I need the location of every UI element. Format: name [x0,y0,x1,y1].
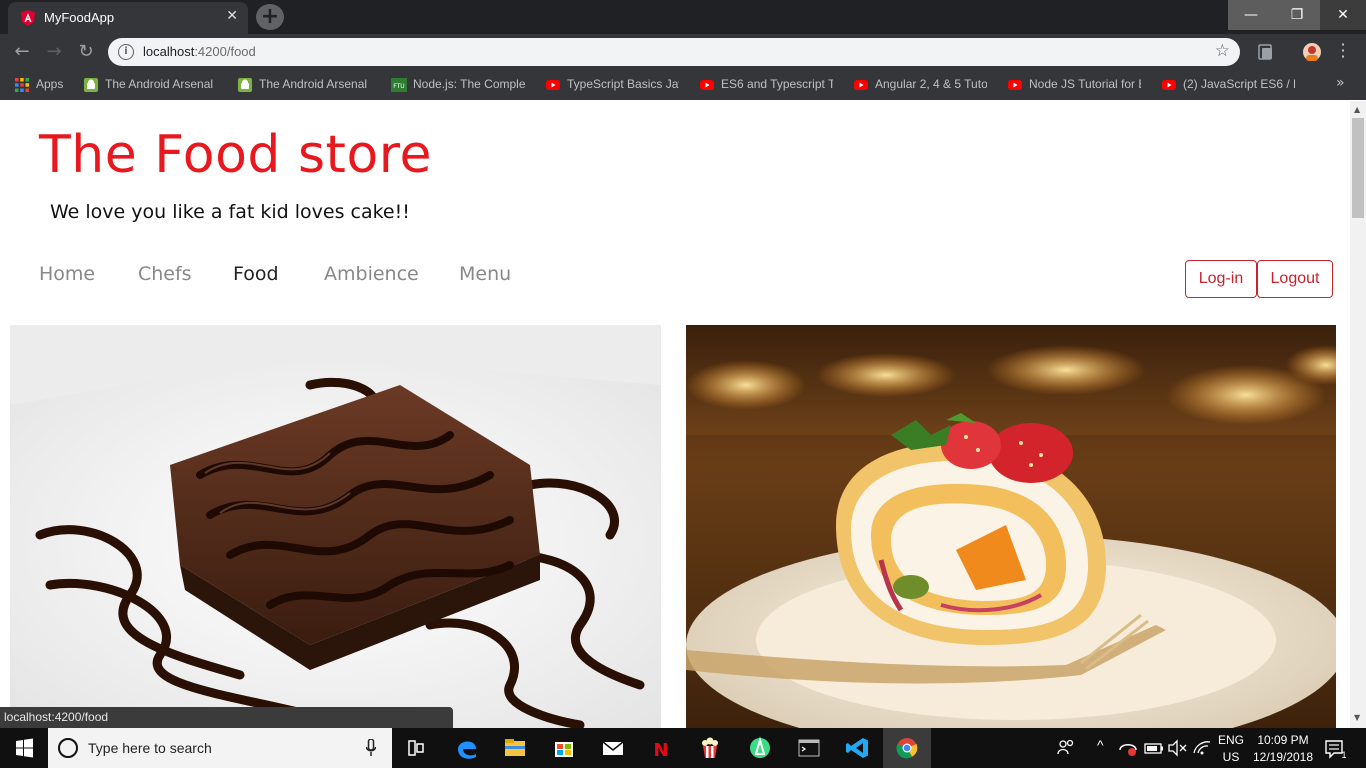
bookmark-javascript-es6[interactable]: (2) JavaScript ES6 / ES [1161,77,1295,93]
profile-avatar[interactable] [1302,42,1322,62]
address-bar[interactable]: i localhost:4200/food ☆ [108,38,1240,66]
scroll-up-icon[interactable]: ▲ [1354,105,1360,114]
scrollbar-thumb[interactable] [1352,118,1364,218]
browser-titlebar: MyFoodApp ✕ + — ❐ ✕ [0,0,1366,34]
status-url-bubble: localhost:4200/food [0,707,453,728]
bookmarks-bar: Apps The Android Arsenal The Android Ars… [0,70,1366,100]
extension-icon[interactable] [1256,42,1276,62]
wifi-icon[interactable] [1190,728,1214,768]
reload-icon[interactable]: ↻ [74,40,98,64]
site-info-icon[interactable]: i [118,44,134,60]
edge-browser-icon[interactable] [443,728,491,768]
battery-icon[interactable] [1142,728,1166,768]
food-card-brownie[interactable] [10,325,661,728]
angular-icon [21,10,35,26]
maximize-button[interactable]: ❐ [1274,0,1320,30]
nav-chefs[interactable]: Chefs [138,263,192,285]
bookmark-star-icon[interactable]: ☆ [1215,41,1230,61]
nav-menu[interactable]: Menu [459,263,511,285]
svg-text:FTU: FTU [393,83,404,90]
windows-start-icon[interactable] [0,728,48,768]
chrome-icon[interactable] [883,728,931,768]
youtube-icon [854,80,868,90]
apps-grid-icon [15,78,29,92]
cortana-icon [58,738,78,758]
address-url[interactable]: localhost:4200/food [143,44,256,59]
bookmark-nodejs-tutorial[interactable]: Node JS Tutorial for B [1007,77,1141,93]
bookmark-es6-typescript[interactable]: ES6 and Typescript Tu [699,77,833,93]
scroll-down-icon[interactable]: ▼ [1354,713,1360,722]
browser-toolbar: ← → ↻ i localhost:4200/food ☆ · · · [0,34,1366,70]
popcorn-app-icon[interactable] [686,728,734,768]
new-tab-button[interactable]: + [256,4,284,30]
ftu-icon: FTU [391,78,407,92]
taskbar-search-input[interactable]: Type here to search [48,728,392,768]
bookmark-angular-tutorial[interactable]: Angular 2, 4 & 5 Tuto [853,77,987,93]
android-studio-icon[interactable] [736,728,784,768]
bookmark-typescript-basics[interactable]: TypeScript Basics Java [545,77,679,93]
netflix-icon[interactable]: N [637,728,685,768]
logout-button[interactable]: Logout [1257,260,1333,298]
microsoft-store-icon[interactable] [540,728,588,768]
food-card-roll-cake[interactable] [686,325,1336,728]
action-center-icon[interactable] [1320,728,1350,768]
bookmarks-overflow-button[interactable]: » [1336,75,1345,91]
site-title: The Food store [39,125,432,185]
tab-close-icon[interactable]: ✕ [226,8,238,24]
minimize-button[interactable]: — [1228,0,1274,30]
tray-overflow-icon[interactable]: ^ [1097,737,1104,753]
bookmark-apps[interactable]: Apps [14,77,74,93]
microphone-icon[interactable] [366,739,376,757]
back-arrow-icon[interactable]: ← [10,40,34,64]
bookmark-android-arsenal-1[interactable]: The Android Arsenal [83,77,215,93]
youtube-icon [1008,80,1022,90]
language-indicator[interactable]: ENG US [1215,733,1247,764]
file-explorer-icon[interactable] [491,728,539,768]
android-icon [84,78,98,92]
windows-taskbar: Type here to search N ^ ENG US 10:09 PM … [0,728,1366,768]
svg-text:N: N [653,740,668,761]
volume-muted-icon[interactable] [1165,728,1189,768]
nav-home[interactable]: Home [39,263,95,285]
vscode-icon[interactable] [834,728,882,768]
youtube-icon [1162,80,1176,90]
bookmark-nodejs-complete[interactable]: FTU Node.js: The Complete [391,77,525,93]
security-tray-icon[interactable] [1116,728,1140,768]
chocolate-brownie-image [10,325,661,728]
page-viewport: The Food store We love you like a fat ki… [0,101,1350,728]
android-icon [238,78,252,92]
youtube-icon [546,80,560,90]
site-tagline: We love you like a fat kid loves cake!! [50,201,410,223]
browser-tab[interactable]: MyFoodApp ✕ [8,2,248,34]
bookmark-android-arsenal-2[interactable]: The Android Arsenal [237,77,369,93]
chrome-menu-icon[interactable]: · · · [1338,37,1348,65]
close-window-button[interactable]: ✕ [1320,0,1366,30]
terminal-icon[interactable] [785,728,833,768]
youtube-icon [700,80,714,90]
task-view-icon[interactable] [392,728,440,768]
nav-ambience[interactable]: Ambience [324,263,419,285]
clock[interactable]: 10:09 PM 12/19/2018 [1248,733,1318,764]
tab-title: MyFoodApp [44,10,115,25]
login-button[interactable]: Log-in [1185,260,1257,298]
people-icon[interactable] [1046,728,1086,768]
notification-count-badge: 1 [1341,750,1347,760]
mail-icon[interactable] [589,728,637,768]
nav-food[interactable]: Food [233,263,279,285]
strawberry-roll-cake-image [686,325,1336,728]
forward-arrow-icon[interactable]: → [42,40,66,64]
page-scrollbar[interactable]: ▲ ▼ [1350,101,1366,728]
